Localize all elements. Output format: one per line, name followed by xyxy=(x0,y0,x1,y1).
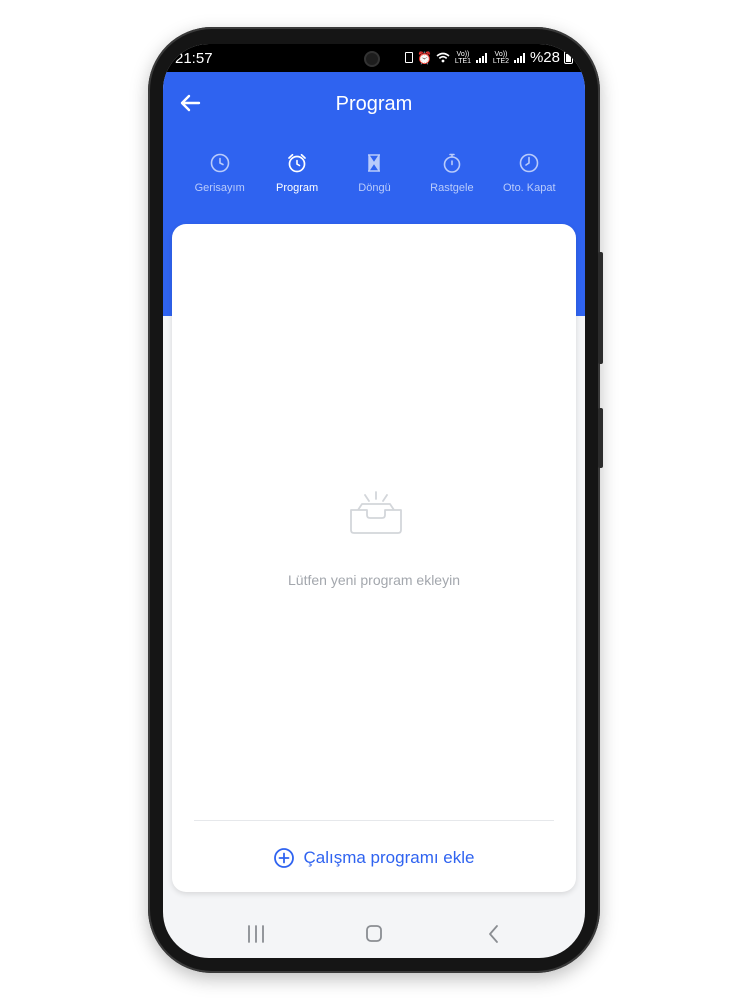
timer-icon xyxy=(519,153,539,173)
page-title: Program xyxy=(335,93,413,115)
carrier1-label: Vo)) LTE1 xyxy=(454,50,472,65)
tab-rastgele[interactable]: Rastgele xyxy=(413,152,490,208)
tab-gerisayim[interactable]: Gerisayım xyxy=(181,152,258,208)
battery-percent: %28 xyxy=(529,49,560,66)
stopwatch-icon xyxy=(443,153,461,173)
tab-dongu[interactable]: Döngü xyxy=(336,152,413,208)
alarm-clock-icon xyxy=(288,153,306,173)
divider xyxy=(194,820,554,821)
system-nav-bar xyxy=(163,914,585,958)
empty-state-message: Lütfen yeni program ekleyin xyxy=(288,572,460,588)
recent-apps-icon[interactable] xyxy=(241,922,271,946)
hourglass-icon xyxy=(368,154,381,172)
tab-label: Rastgele xyxy=(430,182,474,194)
wifi-icon xyxy=(436,52,450,63)
signal1-icon xyxy=(475,52,488,63)
alarm-icon: ⏰ xyxy=(417,50,432,65)
tab-label: Gerisayım xyxy=(194,182,245,194)
power-button xyxy=(598,408,603,468)
tab-oto-kapat[interactable]: Oto. Kapat xyxy=(491,152,568,208)
battery-icon xyxy=(564,51,573,64)
sim-icon xyxy=(405,52,414,63)
empty-inbox-icon xyxy=(350,491,402,534)
status-bar: 21:57 ⏰ Vo)) LTE1 Vo)) LTE2 %28 xyxy=(163,44,585,72)
status-time: 21:57 xyxy=(175,50,213,67)
carrier2-label: Vo)) LTE2 xyxy=(492,50,510,65)
back-nav-icon[interactable] xyxy=(479,922,509,946)
mode-tabs: Gerisayım Program Döngü Rastgele Oto. Ka… xyxy=(181,152,577,208)
tab-program[interactable]: Program xyxy=(258,152,335,208)
tab-label: Döngü xyxy=(358,182,391,194)
add-schedule-button[interactable]: Çalışma programı ekle xyxy=(172,834,576,882)
home-icon[interactable] xyxy=(359,922,389,946)
screen: 21:57 ⏰ Vo)) LTE1 Vo)) LTE2 %28 Program xyxy=(163,44,585,958)
add-schedule-label: Çalışma programı ekle xyxy=(303,848,475,867)
signal2-icon xyxy=(513,52,526,63)
status-icons: ⏰ Vo)) LTE1 Vo)) LTE2 %28 xyxy=(405,49,573,66)
clock-icon xyxy=(210,153,229,173)
tab-label: Oto. Kapat xyxy=(502,182,556,194)
plus-circle-icon xyxy=(274,848,295,868)
tab-label: Program xyxy=(275,182,319,194)
front-camera xyxy=(364,51,380,67)
program-list-card: Lütfen yeni program ekleyin Çalışma prog… xyxy=(172,224,576,892)
volume-button xyxy=(598,252,603,364)
